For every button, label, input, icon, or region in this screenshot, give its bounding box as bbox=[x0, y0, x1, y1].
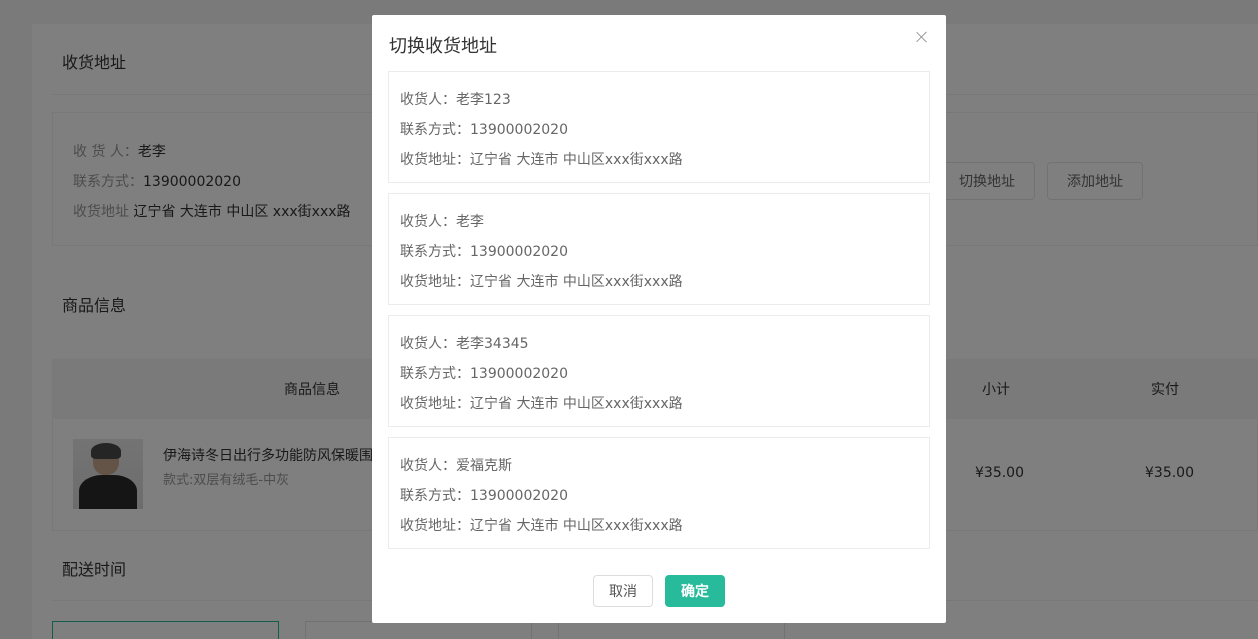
dialog-title: 切换收货地址 bbox=[389, 36, 497, 57]
cancel-button[interactable]: 取消 bbox=[593, 575, 653, 607]
address-card[interactable]: 收货人：爱福克斯 联系方式：13900002020 收货地址：辽宁省 大连市 中… bbox=[388, 437, 930, 549]
card-contact: 联系方式：13900002020 bbox=[400, 366, 568, 382]
address-card[interactable]: 收货人：老李 联系方式：13900002020 收货地址：辽宁省 大连市 中山区… bbox=[388, 193, 930, 305]
card-address: 收货地址：辽宁省 大连市 中山区xxx街xxx路 bbox=[400, 518, 683, 534]
card-receiver: 收货人：老李123 bbox=[400, 92, 511, 108]
card-contact: 联系方式：13900002020 bbox=[400, 488, 568, 504]
switch-address-dialog: 切换收货地址 收货人：老李123 联系方式：13900002020 收货地址：辽… bbox=[372, 15, 946, 623]
card-contact: 联系方式：13900002020 bbox=[400, 244, 568, 260]
card-receiver: 收货人：老李 bbox=[400, 214, 484, 230]
card-receiver: 收货人：老李34345 bbox=[400, 336, 529, 352]
close-icon[interactable] bbox=[914, 29, 930, 45]
address-card[interactable]: 收货人：老李34345 联系方式：13900002020 收货地址：辽宁省 大连… bbox=[388, 315, 930, 427]
card-contact: 联系方式：13900002020 bbox=[400, 122, 568, 138]
card-receiver: 收货人：爱福克斯 bbox=[400, 458, 512, 474]
card-address: 收货地址：辽宁省 大连市 中山区xxx街xxx路 bbox=[400, 274, 683, 290]
card-address: 收货地址：辽宁省 大连市 中山区xxx街xxx路 bbox=[400, 396, 683, 412]
confirm-button[interactable]: 确定 bbox=[665, 575, 725, 607]
card-address: 收货地址：辽宁省 大连市 中山区xxx街xxx路 bbox=[400, 152, 683, 168]
address-card[interactable]: 收货人：老李123 联系方式：13900002020 收货地址：辽宁省 大连市 … bbox=[388, 71, 930, 183]
